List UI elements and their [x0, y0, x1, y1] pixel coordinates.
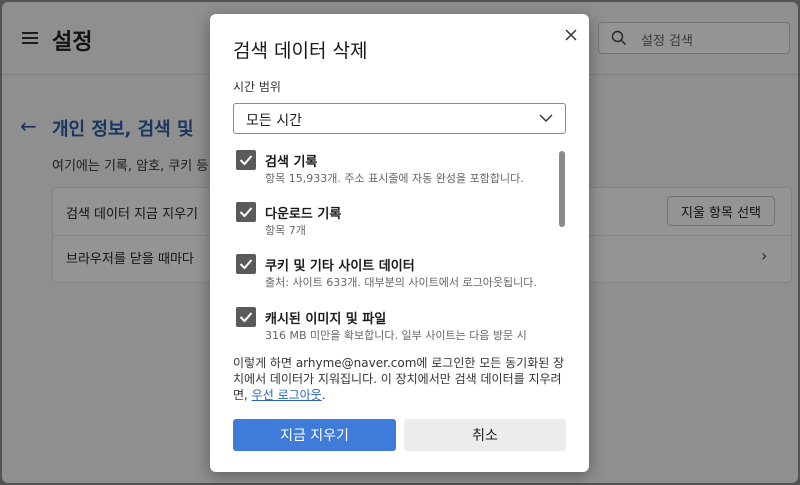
item-title: 다운로드 기록 — [265, 207, 342, 222]
time-range-value: 모든 시간 — [246, 113, 302, 129]
checkmark-icon — [239, 155, 253, 166]
clear-now-button[interactable]: 지금 지우기 — [233, 419, 396, 451]
item-title: 캐시된 이미지 및 파일 — [265, 312, 387, 327]
notice-end: . — [321, 388, 326, 402]
dialog-title: 검색 데이터 삭제 — [233, 40, 368, 62]
close-icon[interactable] — [560, 24, 582, 46]
time-range-label: 시간 범위 — [233, 80, 281, 94]
checkmark-icon — [239, 312, 253, 323]
cookies-checkbox[interactable] — [236, 254, 256, 274]
item-description: 항목 7개 — [265, 224, 306, 237]
browsing-history-checkbox[interactable] — [236, 150, 256, 170]
sign-out-link[interactable]: 우선 로그아웃 — [252, 388, 322, 402]
item-description: 출처: 사이트 633개. 대부분의 사이트에서 로그아웃됩니다. — [265, 276, 537, 289]
item-title: 쿠키 및 기타 사이트 데이터 — [265, 259, 415, 274]
cache-checkbox[interactable] — [236, 307, 256, 327]
checkmark-icon — [239, 207, 253, 218]
cancel-button[interactable]: 취소 — [404, 419, 566, 451]
clear-browsing-data-dialog: 검색 데이터 삭제 시간 범위 모든 시간 검색 기록 항목 15,933개. … — [210, 14, 589, 472]
time-range-select[interactable]: 모든 시간 — [233, 103, 566, 134]
item-title: 검색 기록 — [265, 155, 318, 170]
checkmark-icon — [239, 259, 253, 270]
sync-notice: 이렇게 하면 arhyme@naver.com에 로그인한 모든 동기화된 장치… — [233, 355, 573, 403]
item-description: 316 MB 미만을 확보합니다. 일부 사이트는 다음 방문 시 — [265, 329, 527, 342]
data-type-list[interactable]: 검색 기록 항목 15,933개. 주소 표시줄에 자동 완성을 포함합니다. … — [233, 147, 573, 342]
list-scrollbar[interactable] — [559, 151, 565, 227]
download-history-checkbox[interactable] — [236, 202, 256, 222]
chevron-down-icon — [539, 114, 553, 122]
item-description: 항목 15,933개. 주소 표시줄에 자동 완성을 포함합니다. — [265, 172, 524, 185]
